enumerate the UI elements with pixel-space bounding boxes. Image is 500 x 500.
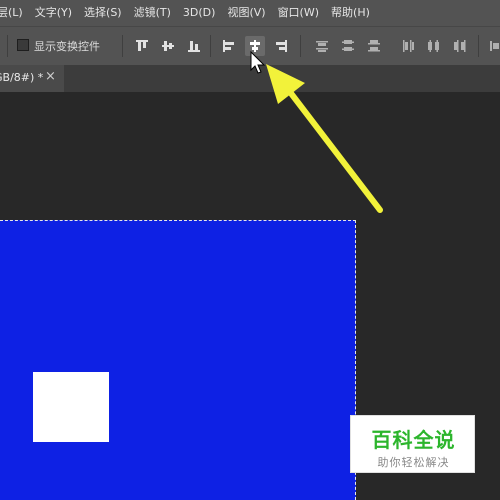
separator — [478, 35, 479, 57]
watermark-logo: 百科全说 助你轻松解决 — [350, 415, 475, 473]
align-right-edges-icon[interactable] — [271, 36, 291, 56]
separator — [210, 35, 211, 57]
auto-align-icon[interactable] — [486, 36, 500, 56]
document-tab-bar: GB/8#) * × — [0, 65, 500, 92]
distribute-horizontal-centers-icon[interactable] — [424, 36, 444, 56]
document-canvas[interactable] — [0, 220, 356, 500]
separator — [7, 35, 8, 57]
distribute-bottom-icon[interactable] — [364, 36, 384, 56]
menu-3d[interactable]: 3D(D) — [177, 0, 222, 26]
watermark-subtitle: 助你轻松解决 — [377, 456, 450, 469]
menu-view[interactable]: 视图(V) — [221, 0, 271, 26]
distribute-top-icon[interactable] — [312, 36, 332, 56]
document-tab[interactable]: GB/8#) * × — [0, 65, 64, 92]
align-left-edges-icon[interactable] — [219, 36, 239, 56]
document-tab-label: GB/8#) * — [0, 71, 44, 84]
close-icon[interactable]: × — [45, 69, 56, 84]
menu-bar: 层(L) 文字(Y) 选择(S) 滤镜(T) 3D(D) 视图(V) 窗口(W)… — [0, 0, 500, 26]
show-transform-controls-checkbox[interactable] — [17, 39, 29, 51]
menu-filter[interactable]: 滤镜(T) — [128, 0, 177, 26]
white-square-shape[interactable] — [33, 372, 109, 442]
align-bottom-edges-icon[interactable] — [184, 36, 204, 56]
menu-type[interactable]: 文字(Y) — [29, 0, 78, 26]
separator — [122, 35, 123, 57]
show-transform-controls-label: 显示变换控件 — [34, 40, 100, 53]
menu-select[interactable]: 选择(S) — [78, 0, 128, 26]
align-vertical-centers-icon[interactable] — [158, 36, 178, 56]
menu-layer[interactable]: 层(L) — [0, 0, 29, 26]
separator — [300, 35, 301, 57]
menu-window[interactable]: 窗口(W) — [272, 0, 325, 26]
distribute-right-icon[interactable] — [450, 36, 470, 56]
options-bar: 显示变换控件 — [0, 26, 500, 65]
distribute-left-icon[interactable] — [398, 36, 418, 56]
menu-help[interactable]: 帮助(H) — [325, 0, 376, 26]
align-horizontal-centers-icon[interactable] — [245, 36, 265, 56]
distribute-vertical-centers-icon[interactable] — [338, 36, 358, 56]
watermark-title: 百科全说 — [371, 428, 456, 452]
align-top-edges-icon[interactable] — [132, 36, 152, 56]
